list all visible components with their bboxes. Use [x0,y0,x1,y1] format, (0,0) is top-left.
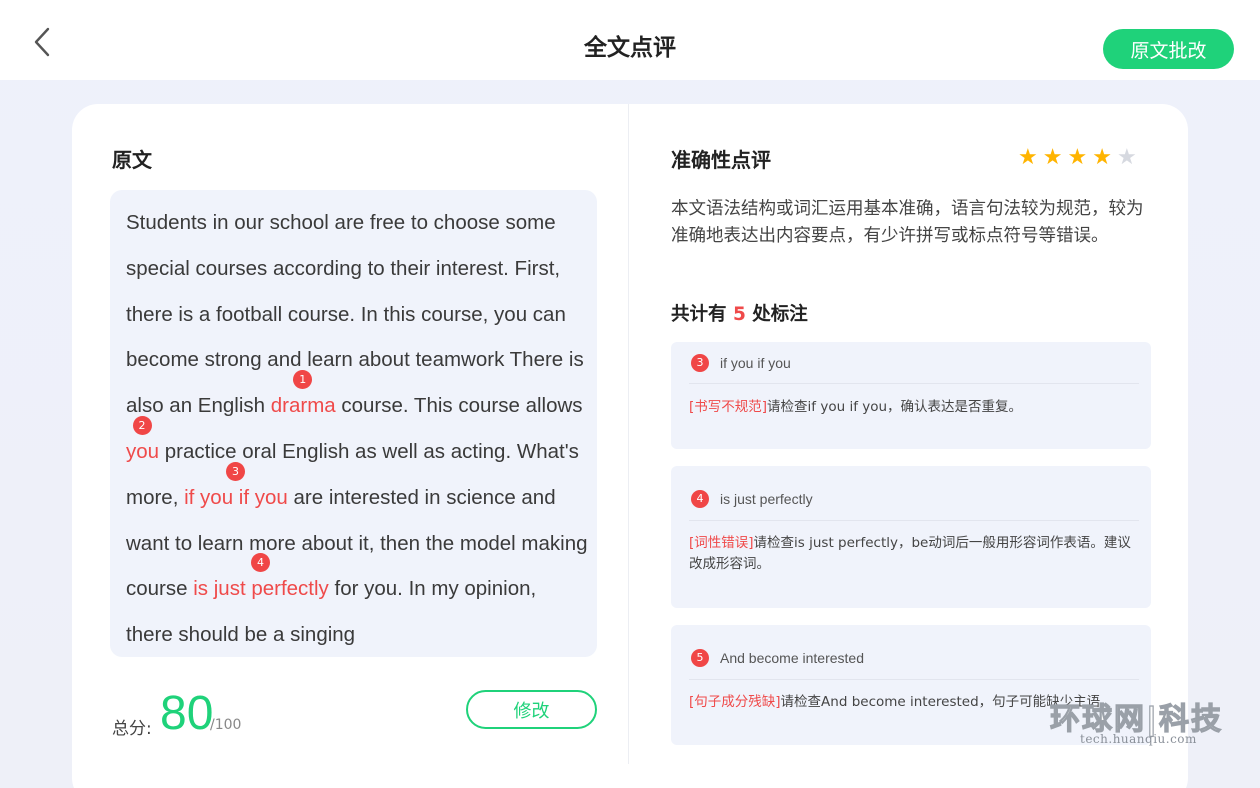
star-rating: ★ ★ ★ ★ ★ [1018,145,1137,171]
divider [689,383,1139,384]
annotation-phrase: if you if you [720,355,791,371]
annotation-tag: [句子成分残缺] [689,694,781,710]
annotation-text: 请检查And become interested，句子可能缺少主语。 [780,694,1114,710]
star-icon: ★ [1116,145,1137,170]
essay-segment: course. This course allows [335,394,583,418]
divider [689,679,1139,680]
essay-box[interactable]: Students in our school are free to choos… [110,190,597,657]
error-text: you [126,439,160,463]
annotation-number: 4 [691,490,709,508]
essay-segment: Students in our school are free to choos… [126,211,584,418]
count-prefix: 共计有 [671,304,733,325]
error-text: if you if you [184,485,288,509]
annotation-body: [书写不规范]请检查if you if you，确认表达是否重复。 [689,397,1141,418]
edit-button[interactable]: 修改 [466,690,597,729]
error-badge: 1 [293,370,313,390]
annotation-body: [句子成分残缺]请检查And become interested，句子可能缺少主… [689,692,1141,713]
annotation-card[interactable]: 5 And become interested [句子成分残缺]请检查And b… [671,625,1151,745]
column-divider [628,104,629,764]
annotation-tag: [书写不规范] [689,399,768,415]
annotation-head: 3 if you if you [691,354,791,372]
divider [689,520,1139,521]
error-mark-4[interactable]: 4 is just perfectly [193,553,329,601]
annotation-phrase: And become interested [720,650,864,666]
annotation-head: 5 And become interested [691,649,864,667]
score-label: 总分: [112,719,152,739]
accuracy-review-title: 准确性点评 [671,148,771,172]
star-icon: ★ [1042,145,1063,170]
annotation-text: 请检查is just perfectly，be动词后一般用形容词作表语。建议改成… [689,535,1131,572]
annotation-tag: [词性错误] [689,535,754,551]
review-comment: 本文语法结构或词汇运用基本准确，语言句法较为规范，较为准确地表达出内容要点，有少… [671,199,1144,246]
count-suffix: 处标注 [745,304,808,325]
annotation-phrase: is just perfectly [720,491,813,507]
annotation-card[interactable]: 4 is just perfectly [词性错误]请检查is just per… [671,466,1151,608]
annotation-head: 4 is just perfectly [691,490,813,508]
top-bar [0,0,1260,80]
back-button[interactable] [26,24,58,60]
error-badge: 4 [251,553,271,573]
count-value: 5 [732,304,746,325]
error-mark-2[interactable]: 2 you [126,415,160,463]
error-mark-3[interactable]: 3 if you if you [184,461,288,509]
error-badge: 3 [225,461,245,481]
annotation-body: [词性错误]请检查is just perfectly，be动词后一般用形容词作表… [689,533,1141,575]
error-text: is just perfectly [193,577,329,601]
annotation-number: 5 [691,649,709,667]
annotation-count: 共计有 5 处标注 [671,300,808,326]
chevron-left-icon [34,27,50,57]
star-icon: ★ [1092,145,1112,170]
original-text-title: 原文 [112,148,152,172]
score-value: 80 [160,687,214,740]
error-text: drarma [270,394,336,418]
star-icon: ★ [1018,145,1038,170]
score-max: /100 [210,717,242,733]
error-mark-1[interactable]: 1 drarma [270,370,336,418]
annotation-text: 请检查if you if you，确认表达是否重复。 [767,399,1023,415]
error-badge: 2 [132,415,152,435]
annotation-card[interactable]: 3 if you if you [书写不规范]请检查if you if you，… [671,342,1151,449]
original-review-button[interactable]: 原文批改 [1103,29,1234,69]
annotation-number: 3 [691,354,709,372]
star-icon: ★ [1067,145,1088,170]
essay-text: Students in our school are free to choos… [126,200,588,657]
